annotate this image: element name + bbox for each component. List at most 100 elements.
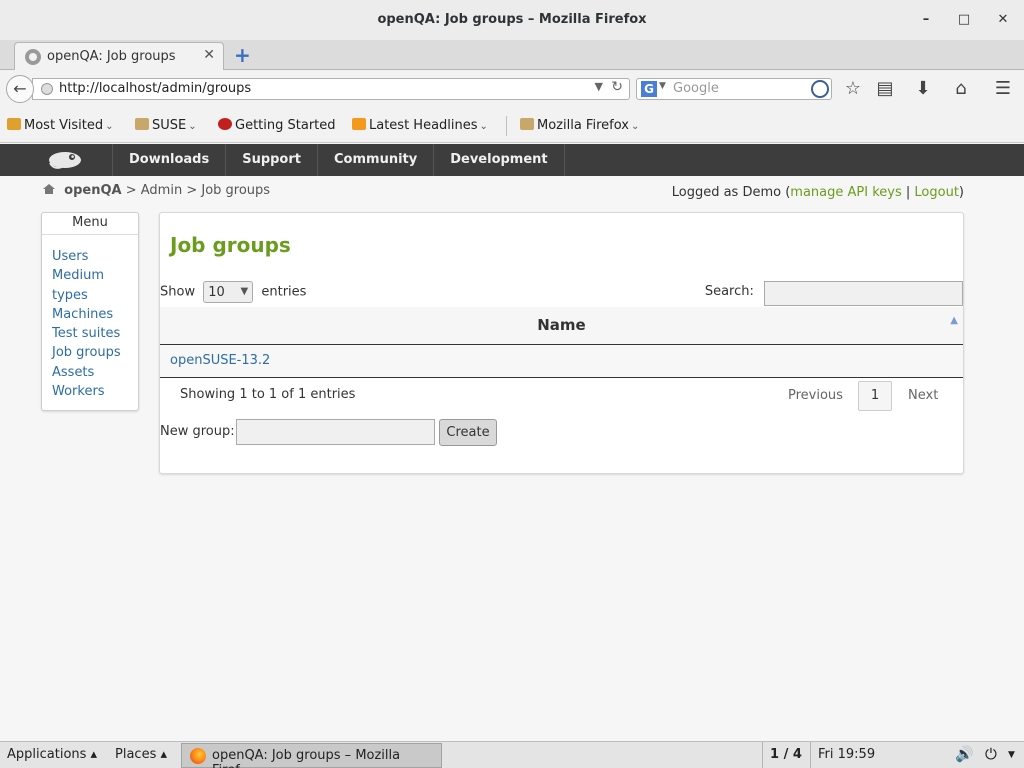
- entries-select-value: 10: [208, 285, 225, 300]
- new-group-label: New group:: [160, 424, 235, 439]
- menu-item-assets[interactable]: Assets: [52, 363, 138, 382]
- reload-icon[interactable]: ↻: [611, 79, 623, 95]
- bookmark-latest-headlines[interactable]: Latest Headlines ⌄: [352, 118, 488, 133]
- volume-icon[interactable]: 🔊: [955, 745, 974, 763]
- login-divider: |: [901, 185, 915, 200]
- hamburger-menu-icon[interactable]: ☰: [992, 78, 1014, 99]
- job-groups-panel: Job groups Show 10 ▼ entries Search: Nam…: [159, 212, 964, 474]
- window-title: openQA: Job groups – Mozilla Firefox: [377, 12, 647, 27]
- breadcrumb-current: Job groups: [201, 183, 271, 198]
- home-icon[interactable]: ⌂: [950, 78, 972, 99]
- menu-item-users[interactable]: Users: [52, 247, 138, 266]
- breadcrumb-separator: >: [186, 183, 198, 198]
- google-engine-icon[interactable]: G: [641, 81, 657, 97]
- menu-item-medium-types[interactable]: types: [52, 286, 138, 305]
- new-group-input[interactable]: [236, 419, 435, 445]
- new-group-form: New group: Create: [160, 419, 497, 446]
- taskbar-window-button[interactable]: openQA: Job groups – Mozilla Firef...: [181, 743, 442, 768]
- close-tab-icon[interactable]: ✕: [203, 47, 215, 63]
- search-bar[interactable]: G ▼ Google: [636, 78, 832, 100]
- breadcrumb: openQA > Admin > Job groups: [42, 183, 270, 198]
- menu-item-test-suites[interactable]: Test suites: [52, 324, 138, 343]
- taskbar-window-title: openQA: Job groups – Mozilla Firef...: [212, 748, 401, 768]
- workspace-indicator[interactable]: 1 / 4: [770, 747, 802, 762]
- table-search: Search:: [705, 281, 963, 306]
- bookmarks-separator: [506, 116, 507, 136]
- admin-menu: Menu Users Medium types Machines Test su…: [41, 212, 139, 411]
- redhat-icon: [218, 118, 232, 130]
- create-button[interactable]: Create: [439, 419, 497, 446]
- menu-item-machines[interactable]: Machines: [52, 305, 138, 324]
- nav-community[interactable]: Community: [318, 144, 435, 176]
- manage-api-keys-link[interactable]: manage API keys: [790, 185, 901, 200]
- nav-support[interactable]: Support: [226, 144, 318, 176]
- login-status: Logged as Demo (manage API keys | Logout…: [672, 185, 964, 200]
- sort-ascending-icon[interactable]: ▲: [950, 315, 958, 326]
- breadcrumb-admin[interactable]: Admin: [141, 183, 182, 198]
- globe-icon: [41, 83, 53, 95]
- reading-list-icon[interactable]: ▤: [874, 78, 896, 99]
- column-header-name[interactable]: Name: [160, 316, 963, 334]
- folder-icon: [520, 118, 534, 130]
- menu-list: Users Medium types Machines Test suites …: [42, 235, 138, 401]
- menu-item-medium-types[interactable]: Medium: [52, 266, 138, 285]
- back-button[interactable]: ←: [6, 75, 34, 103]
- page-1-button[interactable]: 1: [858, 381, 892, 411]
- breadcrumb-separator: >: [125, 183, 137, 198]
- previous-button[interactable]: Previous: [788, 388, 843, 403]
- url-dropdown-icon[interactable]: ▼: [595, 80, 603, 93]
- search-icon[interactable]: [811, 80, 829, 98]
- menu-item-workers[interactable]: Workers: [52, 382, 138, 401]
- window-titlebar: openQA: Job groups – Mozilla Firefox – □…: [0, 0, 1024, 40]
- clock[interactable]: Fri 19:59: [818, 747, 875, 762]
- minimize-button[interactable]: –: [915, 0, 937, 40]
- power-icon[interactable]: ⏻: [985, 745, 997, 763]
- nav-toolbar: http://localhost/admin/groups ▼ ↻ ← G ▼ …: [0, 70, 1024, 108]
- site-nav: Downloads Support Community Development: [112, 144, 565, 176]
- opensuse-logo-icon[interactable]: [44, 149, 84, 171]
- login-suffix: ): [958, 185, 964, 200]
- close-window-button[interactable]: ✕: [992, 0, 1014, 40]
- breadcrumb-openqa[interactable]: openQA: [64, 183, 121, 198]
- entries-label: entries: [261, 284, 307, 300]
- menu-title: Menu: [42, 213, 138, 235]
- folder-icon: [135, 118, 149, 130]
- entries-length-control: Show 10 ▼ entries: [160, 281, 306, 303]
- bookmark-star-icon[interactable]: ☆: [842, 78, 864, 99]
- table-header: Name ▲: [160, 307, 963, 345]
- system-menu-arrow-icon[interactable]: ▼: [1008, 750, 1015, 760]
- nav-downloads[interactable]: Downloads: [112, 144, 227, 176]
- pagination: Previous 1 Next: [788, 381, 953, 411]
- entries-select[interactable]: 10 ▼: [203, 281, 254, 303]
- tab-strip: openQA: Job groups ✕: [0, 40, 1024, 71]
- nav-development[interactable]: Development: [434, 144, 565, 176]
- search-input[interactable]: [764, 281, 963, 306]
- page-title: Job groups: [170, 233, 291, 257]
- applications-menu[interactable]: Applications ▴: [7, 747, 97, 762]
- logout-link[interactable]: Logout: [914, 185, 959, 200]
- new-tab-button[interactable]: +: [234, 43, 251, 67]
- places-menu[interactable]: Places ▴: [115, 747, 167, 762]
- maximize-button[interactable]: □: [953, 0, 975, 40]
- rss-icon: [352, 118, 366, 130]
- bookmark-getting-started[interactable]: Getting Started: [218, 118, 336, 133]
- bookmark-mozilla-firefox[interactable]: Mozilla Firefox ⌄: [520, 118, 639, 133]
- taskbar-separator: [810, 742, 811, 768]
- tab-job-groups[interactable]: openQA: Job groups ✕: [14, 42, 224, 71]
- menu-item-job-groups[interactable]: Job groups: [52, 343, 138, 362]
- bookmark-suse[interactable]: SUSE ⌄: [135, 118, 197, 133]
- show-label: Show: [160, 284, 196, 300]
- job-group-link[interactable]: openSUSE-13.2: [170, 353, 270, 368]
- search-placeholder[interactable]: Google: [673, 81, 719, 96]
- next-button[interactable]: Next: [908, 388, 938, 403]
- tab-label: openQA: Job groups: [47, 49, 176, 64]
- chevron-down-icon: ▼: [240, 286, 249, 297]
- engine-dropdown-icon[interactable]: ▼: [659, 81, 666, 91]
- site-nav-bar: Downloads Support Community Development: [0, 144, 1024, 176]
- download-icon[interactable]: ⬇: [912, 78, 934, 99]
- bookmark-most-visited[interactable]: Most Visited ⌄: [7, 118, 114, 133]
- table-info: Showing 1 to 1 of 1 entries: [180, 387, 356, 402]
- home-icon: [43, 184, 55, 194]
- url-text[interactable]: http://localhost/admin/groups: [59, 81, 251, 96]
- url-bar[interactable]: http://localhost/admin/groups ▼ ↻: [32, 78, 630, 100]
